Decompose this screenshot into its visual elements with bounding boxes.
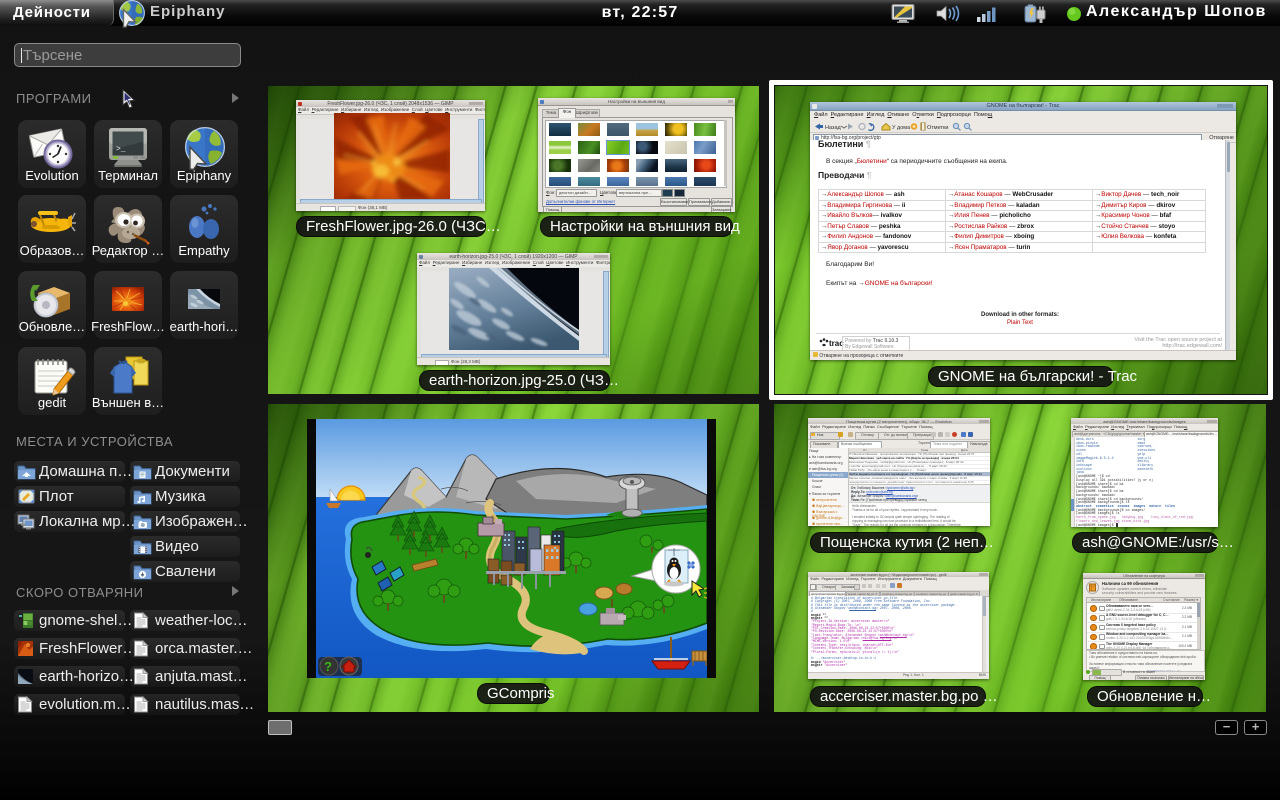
svg-text:Отметки: Отметки: [927, 125, 948, 131]
svg-text:>_: >_: [116, 145, 126, 154]
svg-text:?: ?: [324, 659, 332, 674]
svg-text:У дома: У дома: [892, 125, 911, 131]
svg-text:Назад: Назад: [825, 125, 842, 131]
